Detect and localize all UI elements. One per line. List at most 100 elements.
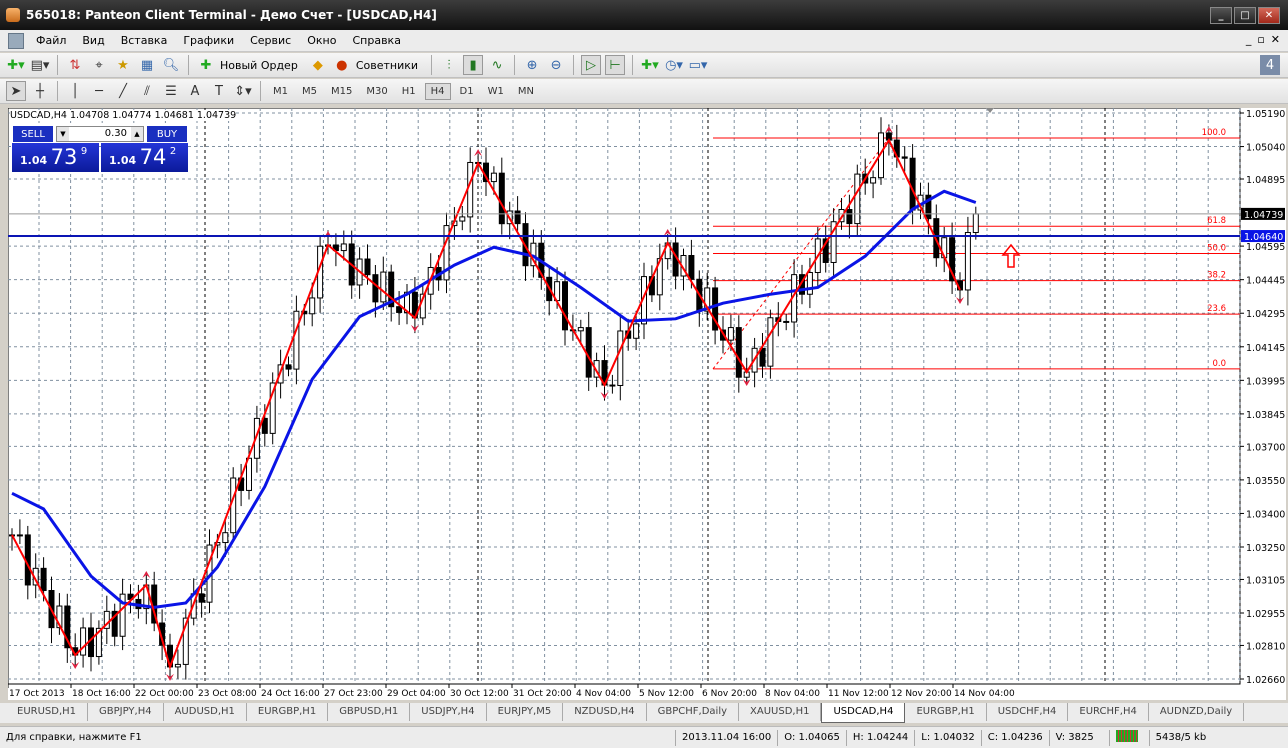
lot-value[interactable]: 0.30 bbox=[105, 128, 127, 139]
metaeditor-icon[interactable]: ◆ bbox=[308, 55, 328, 75]
new-order-icon[interactable]: ✚ bbox=[196, 55, 216, 75]
tf-h4[interactable]: H4 bbox=[424, 82, 451, 100]
mdi-restore-button[interactable]: ▫ bbox=[1257, 33, 1264, 46]
time-label: 5 Nov 12:00 bbox=[639, 689, 694, 699]
menu-charts[interactable]: Графики bbox=[175, 34, 242, 47]
equidistant-channel-icon[interactable]: ⫽ bbox=[137, 81, 157, 101]
arrows-icon[interactable]: ⇕▾ bbox=[233, 81, 253, 101]
price-tick-label: 1.03700 bbox=[1246, 442, 1285, 453]
profiles-icon[interactable]: ▤▾ bbox=[30, 55, 50, 75]
chart-tab[interactable]: XAUUSD,H1 bbox=[739, 703, 822, 721]
tf-m30[interactable]: M30 bbox=[361, 84, 392, 99]
candlesticks-icon[interactable]: ▮ bbox=[463, 55, 484, 75]
status-high: H: 1.04244 bbox=[847, 729, 916, 746]
line-chart-icon[interactable]: ∿ bbox=[487, 55, 507, 75]
status-low: L: 1.04032 bbox=[915, 729, 982, 746]
experts-button[interactable]: Советники bbox=[356, 59, 418, 72]
fibo-level-label: 100.0 bbox=[1202, 128, 1226, 138]
zoom-in-icon[interactable]: ⊕ bbox=[522, 55, 542, 75]
ask-fraction: 2 bbox=[169, 146, 177, 157]
navigator-icon[interactable]: ★ bbox=[113, 55, 133, 75]
lot-increase-icon[interactable]: ▲ bbox=[131, 127, 143, 141]
chart-tab[interactable]: GBPCHF,Daily bbox=[647, 703, 740, 721]
chart-shift-icon[interactable]: ⊢ bbox=[605, 55, 626, 75]
chart-tab[interactable]: USDCHF,H4 bbox=[987, 703, 1069, 721]
mdi-close-button[interactable]: ✕ bbox=[1271, 33, 1280, 46]
data-window-icon[interactable]: ⌖ bbox=[89, 55, 109, 75]
chart-tab[interactable]: AUDNZD,Daily bbox=[1149, 703, 1245, 721]
price-tick-label: 1.03995 bbox=[1246, 376, 1285, 387]
candle-body bbox=[380, 271, 387, 303]
sell-button[interactable]: SELL bbox=[12, 125, 54, 143]
notification-icon[interactable]: 4 bbox=[1260, 55, 1280, 75]
lot-decrease-icon[interactable]: ▼ bbox=[57, 127, 69, 141]
autoscroll-icon[interactable]: ▷ bbox=[581, 55, 602, 75]
tf-m5[interactable]: M5 bbox=[297, 84, 322, 99]
buy-button[interactable]: BUY bbox=[146, 125, 188, 143]
chart-tab[interactable]: EURUSD,H1 bbox=[6, 703, 89, 721]
time-label: 24 Oct 16:00 bbox=[261, 689, 320, 699]
candle-body bbox=[854, 173, 861, 225]
tf-w1[interactable]: W1 bbox=[483, 84, 509, 99]
hline-price-label: 1.04640 bbox=[1244, 232, 1283, 243]
text-label-icon[interactable]: T bbox=[209, 81, 229, 101]
chart-tab[interactable]: NZDUSD,H4 bbox=[563, 703, 647, 721]
chart-tab[interactable]: GBPJPY,H4 bbox=[88, 703, 164, 721]
bar-chart-icon[interactable]: ⫶ bbox=[439, 55, 459, 75]
ask-quote[interactable]: 1.04 74 2 bbox=[101, 143, 188, 172]
price-chart[interactable]: 1.051901.050401.048951.045951.044451.042… bbox=[8, 108, 1286, 700]
menu-window[interactable]: Окно bbox=[299, 34, 344, 47]
candle-body bbox=[490, 172, 497, 183]
terminal-icon[interactable]: ▦ bbox=[137, 55, 157, 75]
tf-mn[interactable]: MN bbox=[513, 84, 539, 99]
periods-icon[interactable]: ◷▾ bbox=[664, 55, 684, 75]
chart-tab[interactable]: EURGBP,H1 bbox=[247, 703, 329, 721]
chart-tab[interactable]: USDJPY,H4 bbox=[410, 703, 487, 721]
chart-window[interactable]: 1.05190 1.05040 1.04895 1.04595 1.04445 1.042… bbox=[8, 108, 1286, 700]
crosshair-icon[interactable]: ┼ bbox=[30, 81, 50, 101]
app-logo-icon bbox=[6, 8, 20, 22]
tf-m1[interactable]: M1 bbox=[268, 84, 293, 99]
strategy-tester-icon[interactable]: 🔍︎ bbox=[161, 55, 181, 75]
time-label: 17 Oct 2013 bbox=[9, 689, 65, 699]
menu-file[interactable]: Файл bbox=[28, 34, 74, 47]
tf-d1[interactable]: D1 bbox=[455, 84, 479, 99]
menu-view[interactable]: Вид bbox=[74, 34, 112, 47]
chart-tab[interactable]: USDCAD,H4 bbox=[821, 703, 906, 723]
minimize-button[interactable]: _ bbox=[1210, 7, 1232, 24]
cursor-icon[interactable]: ➤ bbox=[6, 81, 26, 101]
candle-body bbox=[609, 384, 616, 387]
chart-tab[interactable]: AUDUSD,H1 bbox=[164, 703, 247, 721]
chart-tab[interactable]: EURGBP,H1 bbox=[905, 703, 987, 721]
horizontal-line-icon[interactable]: ─ bbox=[89, 81, 109, 101]
chart-tab[interactable]: EURJPY,M5 bbox=[487, 703, 564, 721]
new-order-button[interactable]: Новый Ордер bbox=[220, 59, 298, 72]
vertical-line-icon[interactable]: │ bbox=[65, 81, 85, 101]
text-icon[interactable]: A bbox=[185, 81, 205, 101]
tf-m15[interactable]: M15 bbox=[326, 84, 357, 99]
market-watch-icon[interactable]: ⇅ bbox=[65, 55, 85, 75]
chart-tab[interactable]: EURCHF,H4 bbox=[1068, 703, 1149, 721]
candle-body bbox=[633, 323, 640, 339]
menu-insert[interactable]: Вставка bbox=[113, 34, 176, 47]
lot-size-input[interactable]: ▼ 0.30 ▲ bbox=[56, 126, 144, 142]
fibonacci-icon[interactable]: ☰ bbox=[161, 81, 181, 101]
menu-help[interactable]: Справка bbox=[344, 34, 408, 47]
templates-icon[interactable]: ▭▾ bbox=[688, 55, 708, 75]
maximize-button[interactable]: □ bbox=[1234, 7, 1256, 24]
experts-icon[interactable]: ● bbox=[332, 55, 352, 75]
trendline-icon[interactable]: ╱ bbox=[113, 81, 133, 101]
chart-window-icon[interactable] bbox=[8, 32, 24, 49]
mdi-minimize-button[interactable]: _ bbox=[1246, 33, 1252, 46]
indicators-icon[interactable]: ✚▾ bbox=[640, 55, 660, 75]
status-close: C: 1.04236 bbox=[982, 729, 1050, 746]
chart-tab[interactable]: GBPUSD,H1 bbox=[328, 703, 411, 721]
bid-quote[interactable]: 1.04 73 9 bbox=[12, 143, 99, 172]
fibo-level-label: 38.2 bbox=[1207, 271, 1226, 281]
menu-tools[interactable]: Сервис bbox=[242, 34, 299, 47]
price-tick-label: 1.04895 bbox=[1246, 175, 1285, 186]
new-chart-icon[interactable]: ✚▾ bbox=[6, 55, 26, 75]
zoom-out-icon[interactable]: ⊖ bbox=[546, 55, 566, 75]
tf-h1[interactable]: H1 bbox=[397, 84, 421, 99]
close-button[interactable]: ✕ bbox=[1258, 7, 1280, 24]
